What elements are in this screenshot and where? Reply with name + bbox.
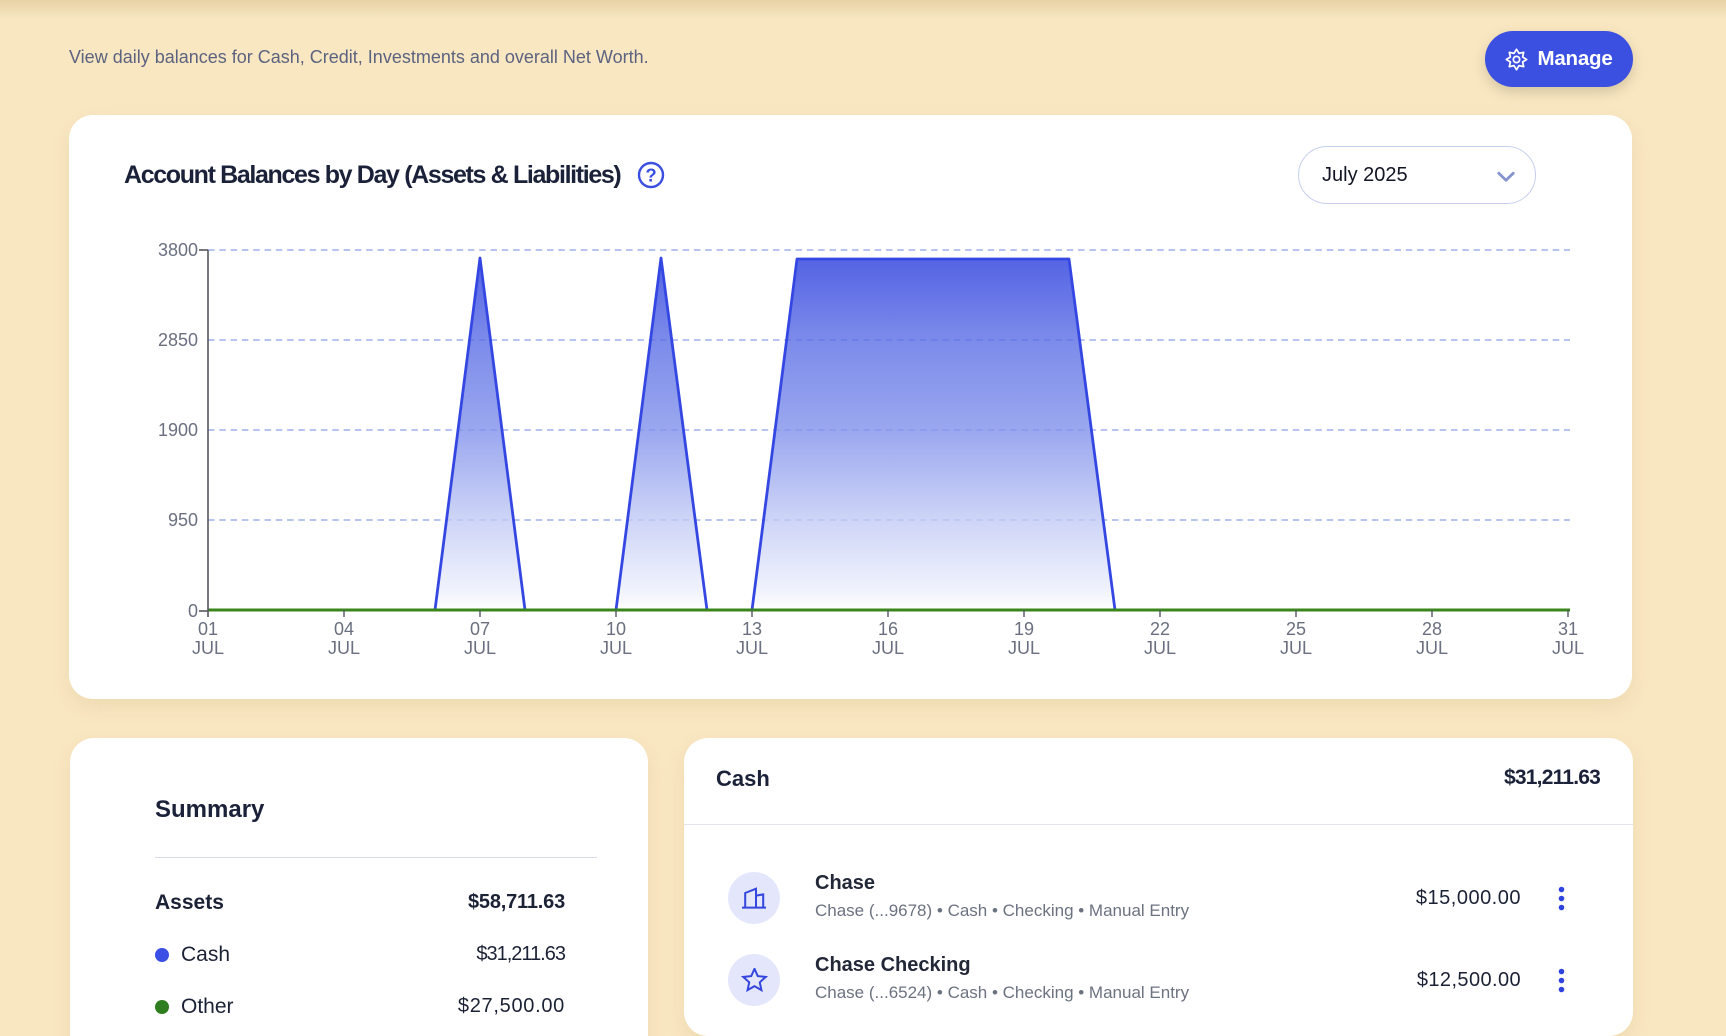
svg-text:10: 10 <box>606 619 626 639</box>
svg-text:16: 16 <box>878 619 898 639</box>
svg-text:JUL: JUL <box>1280 638 1312 658</box>
svg-text:3800: 3800 <box>158 240 198 260</box>
svg-text:JUL: JUL <box>464 638 496 658</box>
svg-text:JUL: JUL <box>1144 638 1176 658</box>
svg-text:07: 07 <box>470 619 490 639</box>
svg-text:JUL: JUL <box>872 638 904 658</box>
svg-text:25: 25 <box>1286 619 1306 639</box>
svg-text:1900: 1900 <box>158 420 198 440</box>
svg-text:JUL: JUL <box>1416 638 1448 658</box>
svg-text:19: 19 <box>1014 619 1034 639</box>
svg-text:0: 0 <box>188 601 198 621</box>
svg-text:04: 04 <box>334 619 354 639</box>
svg-text:01: 01 <box>198 619 218 639</box>
svg-text:22: 22 <box>1150 619 1170 639</box>
svg-text:JUL: JUL <box>600 638 632 658</box>
svg-text:950: 950 <box>168 510 198 530</box>
svg-text:2850: 2850 <box>158 330 198 350</box>
svg-text:JUL: JUL <box>1008 638 1040 658</box>
svg-text:13: 13 <box>742 619 762 639</box>
svg-text:JUL: JUL <box>1552 638 1584 658</box>
svg-text:JUL: JUL <box>328 638 360 658</box>
svg-text:31: 31 <box>1558 619 1578 639</box>
svg-text:JUL: JUL <box>736 638 768 658</box>
svg-text:JUL: JUL <box>192 638 224 658</box>
svg-text:28: 28 <box>1422 619 1442 639</box>
